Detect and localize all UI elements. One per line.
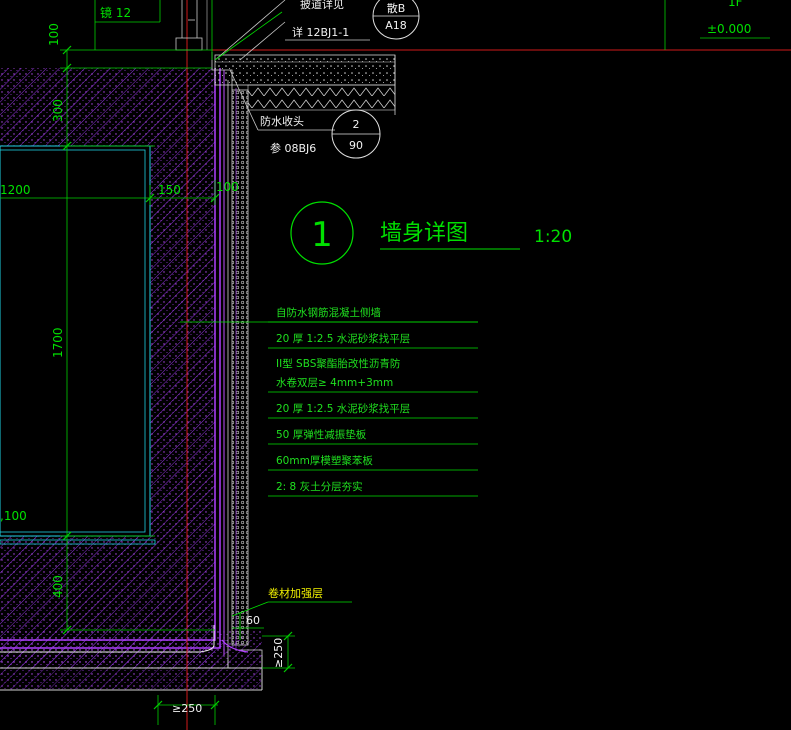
- layer-text: 水卷双层≥ 4mm+3mm: [276, 376, 393, 389]
- dim-100: 100: [216, 180, 239, 194]
- waterproof-label: 防水收头: [260, 114, 304, 128]
- dim-top-100: 100: [47, 23, 61, 46]
- scatter-ref: 详 12BJ1-1: [292, 25, 349, 39]
- top-column: [175, 0, 203, 51]
- dim-1700: 1700: [51, 327, 65, 358]
- bubble2-top: 2: [353, 118, 360, 131]
- layer-text: 自防水钢筋混凝土侧墙: [276, 306, 381, 319]
- ground-slab: [211, 49, 791, 115]
- dim-1200: 1200: [0, 183, 31, 197]
- dim-ge250-horizontal: ≥250: [172, 702, 202, 715]
- dim-150: 150: [158, 183, 181, 197]
- dim-ge250-vertical: ≥250: [272, 638, 285, 668]
- layer-text: 20 厚 1:2.5 水泥砂浆找平层: [276, 332, 410, 345]
- wall-section-drawing: 1 墙身详图 1:20 100 300 1200 150 100 1700 ,1…: [0, 0, 791, 730]
- dim-300: 300: [51, 99, 65, 122]
- layer-text: 60mm厚模塑聚苯板: [276, 454, 373, 467]
- bubble2-bottom: 90: [349, 139, 363, 152]
- bubble1-bottom: A18: [385, 19, 407, 32]
- bubble1-top: 散B: [387, 1, 406, 15]
- layer-text: 50 厚弹性减振垫板: [276, 428, 367, 441]
- layer-text: II型 SBS聚酯胎改性沥青防: [276, 357, 400, 370]
- top-right-label: 1F: [728, 0, 743, 9]
- insulation-layer: [231, 89, 249, 646]
- scatter-label: 披道详见: [300, 0, 344, 11]
- layer-text: 2: 8 灰土分层夯实: [276, 480, 363, 493]
- top-label-12: 镜 12: [100, 5, 131, 20]
- dim-label-100: ,100: [0, 509, 27, 523]
- dim-60: 60: [246, 614, 260, 627]
- dim-400: 400: [51, 575, 65, 598]
- detail-title: 墙身详图: [380, 221, 468, 246]
- window-opening: [0, 145, 151, 537]
- layer-text: 20 厚 1:2.5 水泥砂浆找平层: [276, 402, 410, 415]
- reinforce-label: 卷材加强层: [268, 586, 323, 600]
- elevation-label: ±0.000: [707, 22, 751, 36]
- detail-scale: 1:20: [534, 227, 572, 247]
- detail-number: 1: [311, 215, 333, 255]
- waterproof-ref: 参 08BJ6: [270, 141, 316, 155]
